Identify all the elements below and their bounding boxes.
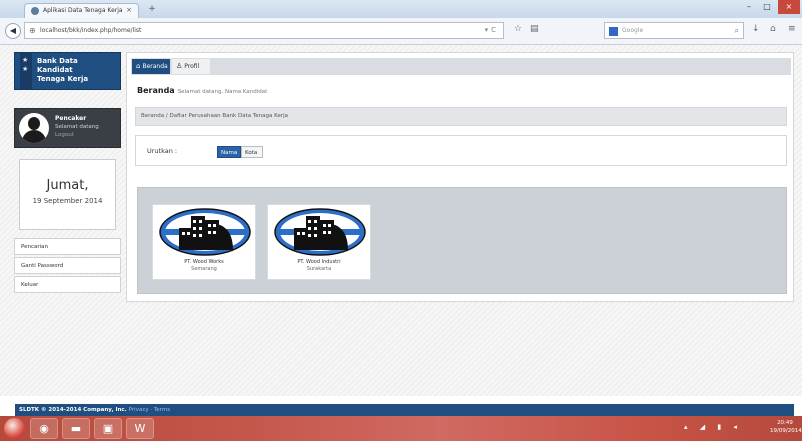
sidebar-item-keluar[interactable]: Keluar xyxy=(14,276,121,293)
sort-label: Urutkan : xyxy=(147,147,178,155)
date-panel: Jumat, 19 September 2014 xyxy=(19,159,116,230)
search-bar[interactable]: Google ⌕ xyxy=(604,22,744,39)
page-subtitle: Selamat datang, Nama Kandidat xyxy=(177,89,268,95)
user-icon xyxy=(28,117,40,130)
logout-link[interactable]: Logout xyxy=(55,132,74,138)
building-icon xyxy=(274,208,366,256)
globe-icon: ⊕ xyxy=(29,26,36,35)
minimize-button[interactable]: – xyxy=(740,0,758,14)
company-name: PT. Wood Works xyxy=(184,259,224,265)
sort-bar: Urutkan : Nama Kota xyxy=(135,135,787,166)
start-button[interactable] xyxy=(4,418,25,439)
company-name: PT. Wood Industri xyxy=(297,259,341,265)
maximize-button[interactable]: □ xyxy=(758,0,776,14)
sidebar-item-pencarian[interactable]: Pencarian xyxy=(14,238,121,255)
folder-icon[interactable]: ▬ xyxy=(62,418,90,439)
user-greeting: Selamat datang xyxy=(55,124,99,130)
home-icon[interactable]: ⌂ xyxy=(770,24,776,34)
browser-tab-title: Aplikasi Data Tenaga Kerja xyxy=(43,7,123,14)
date-full: 19 September 2014 xyxy=(32,197,103,205)
date-day: Jumat, xyxy=(46,178,89,193)
main-content: ⌂ Beranda ♙ Profil Beranda Selamat datang, … xyxy=(126,52,794,302)
tab-bar: ⌂ Beranda ♙ Profil xyxy=(131,58,791,75)
brand-logo[interactable]: ★ ★ Bank Data Kandidat Tenaga Kerja xyxy=(14,52,121,90)
page-body: ★ ★ Bank Data Kandidat Tenaga Kerja Penca… xyxy=(0,45,802,418)
sidebar-menu: Pencarian Ganti Password Keluar xyxy=(14,238,121,295)
back-button[interactable]: ◀ xyxy=(5,23,21,39)
company-card[interactable]: PT. Wood Industri Surakarta xyxy=(267,204,371,280)
download-icon[interactable]: ↓ xyxy=(752,24,760,34)
building-icon xyxy=(159,208,251,256)
star-icon: ★ ★ xyxy=(22,56,29,73)
company-city: Surakarta xyxy=(306,266,332,272)
footer-text: SLDTK © 2014-2014 Company, Inc. Privacy … xyxy=(19,407,170,413)
user-icon: ♙ xyxy=(176,62,183,70)
page-title-text: Beranda xyxy=(137,86,175,95)
page-title: Beranda Selamat datang, Nama Kandidat xyxy=(137,86,267,95)
tab-profil-label: Profil xyxy=(184,63,200,70)
avatar xyxy=(19,113,49,143)
user-name: Pencaker xyxy=(55,115,87,122)
tab-beranda[interactable]: ⌂ Beranda xyxy=(132,59,170,74)
tab-beranda-label: Beranda xyxy=(142,63,168,70)
avatar-body xyxy=(22,130,46,143)
taskbar: ◉ ▬ ▣ W ▴ ◢ ▮ ◂ 20:49 19/09/2014 xyxy=(0,416,802,441)
company-city: Semarang xyxy=(191,266,217,272)
system-tray[interactable]: ▴ ◢ ▮ ◂ xyxy=(684,423,742,431)
company-grid: PT. Wood Works Semarang PT. Wood Industr… xyxy=(137,187,787,294)
tab-profil[interactable]: ♙ Profil xyxy=(172,59,210,74)
sidebar-item-ganti-password[interactable]: Ganti Password xyxy=(14,257,121,274)
new-tab-button[interactable]: + xyxy=(146,4,158,14)
browser-tab[interactable]: Aplikasi Data Tenaga Kerja × xyxy=(24,3,139,18)
footer-links[interactable]: Privacy · Terms xyxy=(129,407,170,413)
clock-date: 19/09/2014 xyxy=(770,428,802,434)
url-text: localhost/bkk/index.php/home/list xyxy=(40,27,142,34)
close-window-button[interactable]: × xyxy=(778,0,800,14)
browser-navbar: ◀ ⊕ localhost/bkk/index.php/home/list ▾C… xyxy=(0,18,802,45)
browser-titlebar: Aplikasi Data Tenaga Kerja × + – □ × xyxy=(0,0,802,18)
address-bar[interactable]: ⊕ localhost/bkk/index.php/home/list ▾C xyxy=(24,22,504,39)
search-icon[interactable]: ⌕ xyxy=(735,26,739,36)
bookmarks-list-icon[interactable]: ▤ xyxy=(530,24,539,34)
firefox-icon[interactable]: ◉ xyxy=(30,418,58,439)
taskbar-clock[interactable]: 20:49 19/09/2014 xyxy=(770,419,802,435)
word-icon[interactable]: W xyxy=(126,418,154,439)
menu-icon[interactable]: ≡ xyxy=(788,24,796,34)
search-placeholder: Google xyxy=(622,27,644,34)
favicon-icon xyxy=(31,7,39,15)
sort-by-name-button[interactable]: Nama xyxy=(217,146,241,158)
reload-icon[interactable]: ▾C xyxy=(485,26,499,34)
user-panel: Pencaker Selamat datang Logout xyxy=(14,108,121,148)
home-icon: ⌂ xyxy=(136,62,141,70)
paint-icon[interactable]: ▣ xyxy=(94,418,122,439)
close-tab-icon[interactable]: × xyxy=(126,6,132,14)
brand-title: Bank Data Kandidat Tenaga Kerja xyxy=(37,57,89,83)
bookmark-star-icon[interactable]: ☆ xyxy=(514,24,522,34)
breadcrumb: Beranda / Daftar Perusahaan Bank Data Te… xyxy=(135,107,787,126)
sort-by-city-button[interactable]: Kota xyxy=(241,146,263,158)
google-icon xyxy=(609,27,618,36)
company-card[interactable]: PT. Wood Works Semarang xyxy=(152,204,256,280)
footer-copyright: SLDTK © 2014-2014 Company, Inc. xyxy=(19,407,127,413)
clock-time: 20:49 xyxy=(777,420,793,426)
